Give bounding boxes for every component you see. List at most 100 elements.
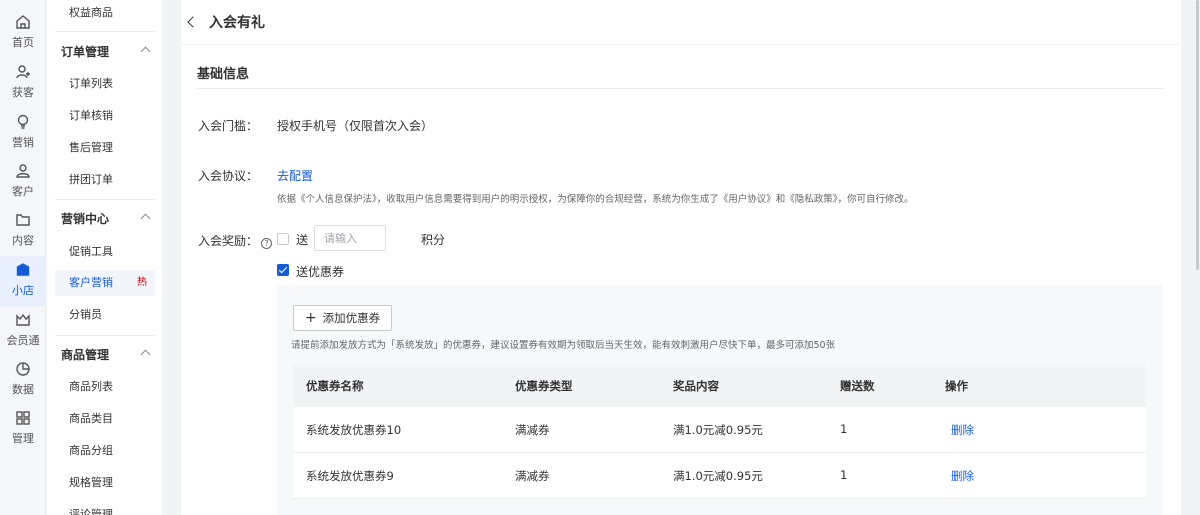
section-title: 基础信息 — [197, 67, 250, 82]
rail-item-data[interactable]: 数据 — [0, 359, 46, 403]
rail-label: 数据 — [12, 383, 34, 396]
help-icon[interactable]: ? — [261, 238, 273, 249]
submenu-item-group-orders[interactable]: 拼团订单 — [55, 167, 155, 193]
submenu-item-spec-manage[interactable]: 规格管理 — [55, 470, 155, 496]
folder-icon — [16, 214, 30, 226]
main-area: 入会有礼 基础信息 入会门槛： 授权手机号（仅限首次入会） 入会协议： 去配置 … — [162, 0, 1200, 515]
pie-chart-icon — [16, 362, 30, 376]
column-header: 优惠券名称 — [306, 379, 364, 393]
chevron-up-icon — [140, 46, 151, 57]
rail-label: 会员通 — [6, 334, 40, 347]
table-row: 系统发放优惠券10 满减券 满1.0元减0.95元 1 删除 — [293, 407, 1146, 453]
rail-label: 内容 — [12, 234, 34, 247]
home-icon — [16, 15, 30, 29]
submenu-item-promo-tools[interactable]: 促销工具 — [55, 239, 155, 265]
rail-item-customer[interactable]: 客户 — [0, 161, 46, 205]
bulb-icon — [17, 114, 29, 129]
table-header: 优惠券名称 优惠券类型 奖品内容 赠送数 操作 — [293, 365, 1146, 407]
page-title: 入会有礼 — [209, 15, 265, 31]
primary-nav-rail: 首页 获客 营销 客户 内容 小店 会员通 数据 管理 — [0, 0, 46, 515]
gift-count-cell: 1 — [840, 422, 848, 436]
group-title: 订单管理 — [61, 45, 110, 59]
delete-link[interactable]: 删除 — [951, 422, 974, 438]
rail-label: 小店 — [12, 284, 34, 297]
delete-link[interactable]: 删除 — [951, 468, 974, 484]
menu-divider — [55, 31, 155, 32]
submenu-group-orders[interactable]: 订单管理 — [55, 40, 155, 64]
rail-label: 获客 — [12, 86, 34, 99]
coupon-name-cell: 系统发放优惠券10 — [306, 423, 402, 437]
chevron-up-icon — [140, 349, 151, 360]
rail-item-store[interactable]: 小店 — [0, 256, 46, 306]
submenu-item-product-category[interactable]: 商品类目 — [55, 406, 155, 432]
form-card: 基础信息 入会门槛： 授权手机号（仅限首次入会） 入会协议： 去配置 依据《个人… — [181, 44, 1181, 515]
scrollbar-thumb[interactable] — [1196, 0, 1199, 270]
submenu-item-product-group[interactable]: 商品分组 — [55, 438, 155, 464]
submenu-group-marketing[interactable]: 营销中心 — [55, 207, 155, 231]
points-checkbox[interactable] — [277, 233, 289, 245]
threshold-value: 授权手机号（仅限首次入会） — [277, 119, 434, 133]
user-icon — [16, 164, 30, 178]
submenu-item-review-manage[interactable]: 评论管理 — [55, 502, 155, 515]
agreement-label: 入会协议： — [198, 169, 259, 183]
user-add-icon — [16, 65, 30, 79]
chevron-up-icon — [140, 213, 151, 224]
coupon-type-cell: 满减券 — [515, 423, 550, 437]
submenu-item-product-list[interactable]: 商品列表 — [55, 374, 155, 400]
rail-item-manage[interactable]: 管理 — [0, 408, 46, 452]
plus-icon: + — [304, 310, 317, 326]
crown-icon — [16, 313, 30, 326]
coupon-name-cell: 系统发放优惠券9 — [306, 469, 394, 483]
coupon-panel: + 添加优惠券 请提前添加发放方式为「系统发放」的优惠券，建议设置券有效期为领取… — [277, 285, 1162, 515]
grid-icon — [16, 411, 30, 425]
rail-label: 首页 — [12, 36, 34, 49]
submenu-item-benefit-products[interactable]: 权益商品 — [55, 0, 155, 26]
coupon-checkbox-label: 送优惠券 — [296, 265, 345, 279]
submenu-group-products[interactable]: 商品管理 — [55, 343, 155, 367]
submenu-item-label: 客户营销 — [69, 276, 113, 289]
group-title: 商品管理 — [61, 348, 110, 362]
rail-item-marketing[interactable]: 营销 — [0, 112, 46, 156]
rail-item-home[interactable]: 首页 — [0, 12, 46, 56]
submenu-item-order-list[interactable]: 订单列表 — [55, 71, 155, 97]
coupon-type-cell: 满减券 — [515, 469, 550, 483]
rail-item-acquire[interactable]: 获客 — [0, 62, 46, 106]
rail-item-membership[interactable]: 会员通 — [0, 310, 46, 354]
submenu-item-order-verify[interactable]: 订单核销 — [55, 103, 155, 129]
menu-divider — [55, 335, 155, 336]
secondary-menu: 权益商品 订单管理 订单列表 订单核销 售后管理 拼团订单 营销中心 促销工具 … — [47, 0, 162, 515]
rail-label: 管理 — [12, 432, 34, 445]
section-divider — [197, 88, 1164, 89]
column-header: 操作 — [945, 379, 968, 393]
rail-label: 客户 — [12, 185, 34, 198]
prize-content-cell: 满1.0元减0.95元 — [673, 469, 763, 483]
rail-item-content[interactable]: 内容 — [0, 210, 46, 254]
coupon-checkbox[interactable] — [277, 264, 289, 276]
store-icon — [16, 263, 30, 276]
configure-link[interactable]: 去配置 — [277, 167, 313, 184]
submenu-item-after-sales[interactable]: 售后管理 — [55, 135, 155, 161]
prize-content-cell: 满1.0元减0.95元 — [673, 423, 763, 437]
submenu-item-distributor[interactable]: 分销员 — [55, 302, 155, 328]
points-input[interactable] — [314, 225, 386, 251]
points-checkbox-label: 送 — [296, 233, 309, 247]
add-coupon-button[interactable]: + 添加优惠券 — [293, 305, 392, 331]
points-unit: 积分 — [421, 233, 446, 247]
threshold-label: 入会门槛： — [198, 119, 259, 133]
add-coupon-label: 添加优惠券 — [322, 311, 381, 325]
submenu-item-customer-marketing[interactable]: 客户营销 热 — [55, 270, 155, 296]
back-arrow-icon[interactable] — [187, 16, 199, 28]
coupon-tip: 请提前添加发放方式为「系统发放」的优惠券，建议设置券有效期为领取后当天生效，能有… — [291, 340, 836, 351]
reward-label: 入会奖励：? — [198, 232, 273, 249]
gift-count-cell: 1 — [840, 468, 848, 482]
menu-divider — [55, 199, 155, 200]
table-row: 系统发放优惠券9 满减券 满1.0元减0.95元 1 删除 — [293, 453, 1146, 499]
reward-label-text: 入会奖励： — [198, 234, 259, 248]
page-header: 入会有礼 — [181, 0, 1181, 44]
column-header: 奖品内容 — [673, 379, 719, 393]
agreement-help-text: 依据《个人信息保护法》，收取用户信息需要得到用户的明示授权，为保障你的合规经营，… — [277, 194, 914, 205]
column-header: 优惠券类型 — [515, 379, 573, 393]
rail-label: 营销 — [12, 136, 34, 149]
page-scrollbar[interactable] — [1195, 0, 1200, 515]
hot-badge: 热 — [137, 277, 147, 288]
